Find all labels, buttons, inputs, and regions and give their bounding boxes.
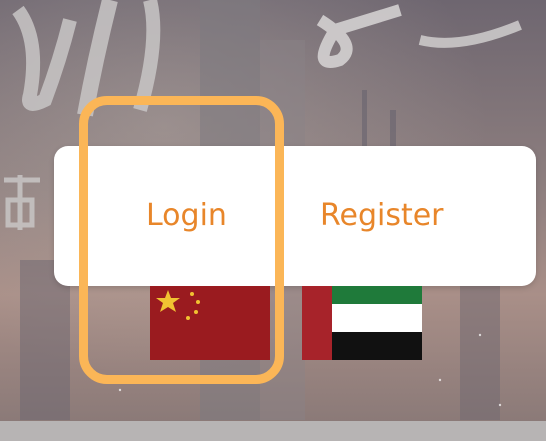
uae-flag-icon[interactable]	[302, 286, 422, 360]
login-button[interactable]: Login	[146, 196, 227, 236]
auth-card: Login Register	[54, 146, 536, 286]
register-button[interactable]: Register	[320, 196, 444, 236]
bottom-bar	[0, 421, 546, 441]
china-flag-icon[interactable]	[150, 286, 270, 360]
